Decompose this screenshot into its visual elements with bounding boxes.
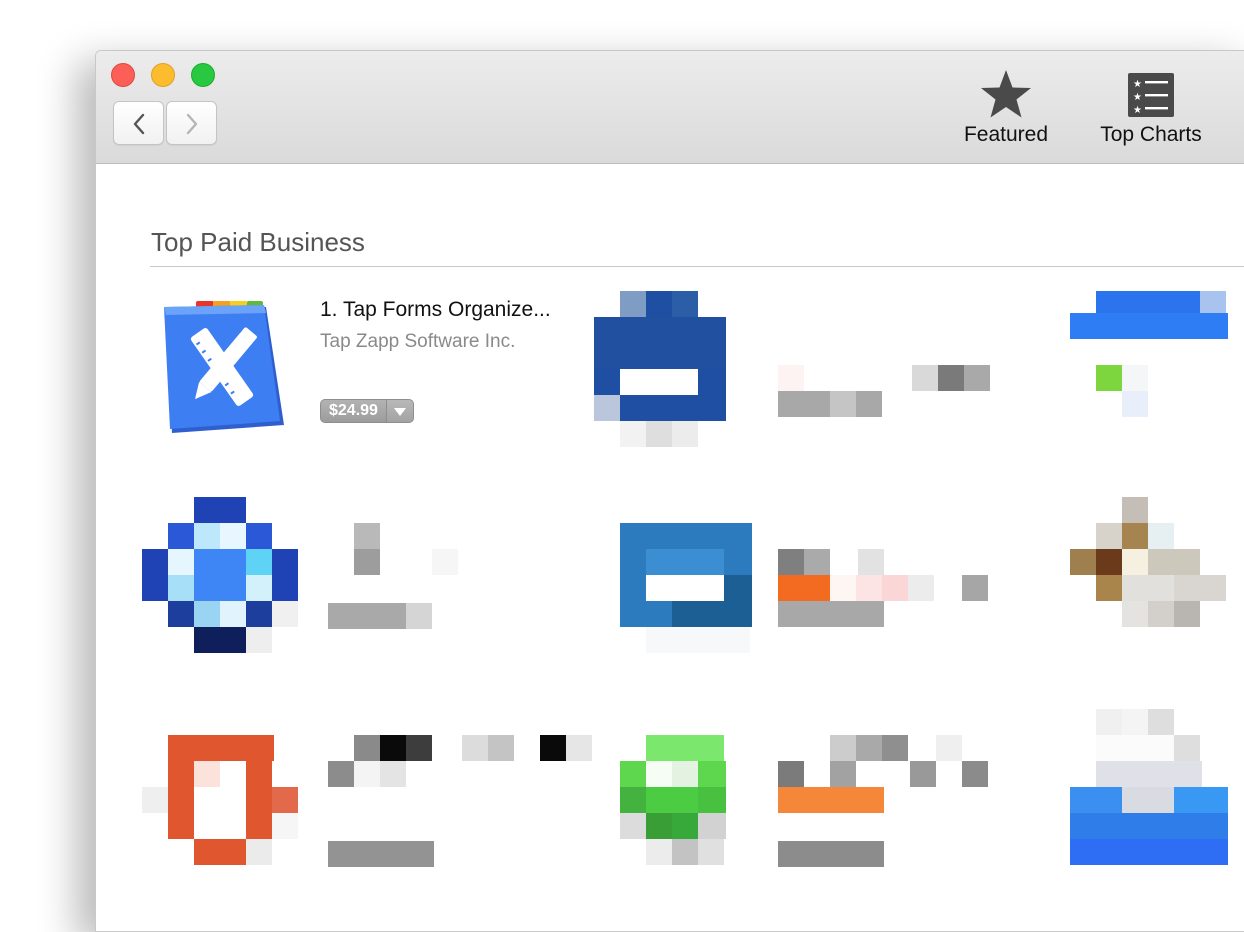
navigation-buttons xyxy=(113,101,217,145)
triangle-down-icon xyxy=(393,408,406,416)
star-icon xyxy=(981,70,1031,118)
top-charts-list-icon: ★ ★ ★ xyxy=(1128,73,1174,117)
price-dropdown-arrow[interactable] xyxy=(385,400,413,422)
app-name[interactable]: 1. Tap Forms Organize... xyxy=(320,298,590,322)
svg-text:★: ★ xyxy=(1133,79,1142,90)
tab-featured[interactable]: Featured xyxy=(951,69,1061,147)
forward-button[interactable] xyxy=(166,101,217,145)
tap-forms-app-icon[interactable] xyxy=(160,295,286,435)
app-store-window: Featured ★ ★ ★ Top Charts Top Paid Busin… xyxy=(95,50,1244,932)
tab-top-charts[interactable]: ★ ★ ★ Top Charts xyxy=(1091,69,1211,147)
svg-text:★: ★ xyxy=(1133,105,1142,116)
chevron-left-icon xyxy=(133,113,145,135)
app-developer[interactable]: Tap Zapp Software Inc. xyxy=(320,331,515,353)
app-price: $24.99 xyxy=(321,400,386,422)
chevron-right-icon xyxy=(186,113,198,135)
toolbar: Featured ★ ★ ★ Top Charts xyxy=(96,51,1244,164)
back-button[interactable] xyxy=(113,101,164,145)
buy-price-button[interactable]: $24.99 xyxy=(320,399,414,423)
tab-featured-label: Featured xyxy=(963,123,1049,146)
maximize-button[interactable] xyxy=(191,63,215,87)
section-divider xyxy=(150,266,1244,267)
close-button[interactable] xyxy=(111,63,135,87)
section-title: Top Paid Business xyxy=(151,227,365,257)
tab-top-charts-label: Top Charts xyxy=(1100,123,1202,146)
svg-text:★: ★ xyxy=(1133,92,1142,103)
minimize-button[interactable] xyxy=(151,63,175,87)
